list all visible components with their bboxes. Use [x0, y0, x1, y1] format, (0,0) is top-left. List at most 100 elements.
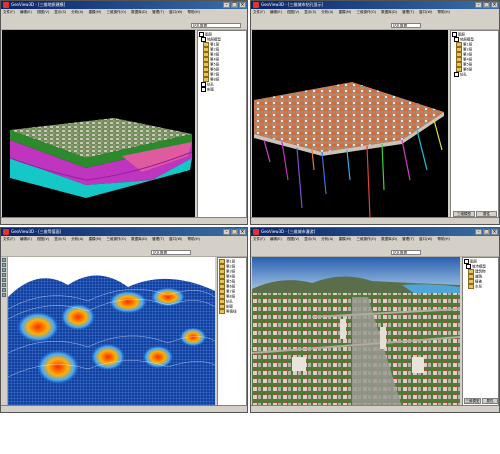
status-bar — [1, 405, 247, 412]
maximize-button[interactable]: □ — [483, 2, 490, 8]
view-select[interactable]: 钻孔数据 — [151, 250, 191, 255]
menu-view[interactable]: 视图(V) — [287, 237, 299, 241]
menu-analysis[interactable]: 分析(A) — [321, 237, 333, 241]
minimize-button[interactable]: - — [223, 229, 230, 235]
layer-tree: 图层 地层模型 第1层 第2层 第3层 第4层 第5层 第6层 钻孔 — [452, 32, 497, 77]
menu-manage[interactable]: 管理(T) — [152, 10, 164, 14]
close-button[interactable]: × — [491, 229, 498, 235]
toolbar-view: 钻孔数据 — [1, 249, 247, 257]
view-select[interactable]: 钻孔数据 — [391, 250, 421, 255]
view-select[interactable]: 钻孔数据 — [191, 23, 241, 28]
menu-view[interactable]: 视图(V) — [287, 10, 299, 14]
menu-window[interactable]: 窗口(W) — [169, 10, 182, 14]
layer-panel: 图层 城市模型 建筑物 道路 植被 水系 三维模型 属性 — [462, 257, 499, 407]
maximize-button[interactable]: □ — [483, 229, 490, 235]
window-title: GeoView3D - [三维地质建模] — [11, 2, 66, 7]
maximize-button[interactable]: □ — [231, 2, 238, 8]
menu-manage[interactable]: 管理(T) — [152, 237, 164, 241]
city-flythrough-render — [252, 257, 460, 407]
menu-window[interactable]: 窗口(W) — [169, 237, 182, 241]
tree-item[interactable]: 水系 — [464, 284, 497, 289]
menu-analysis[interactable]: 分析(A) — [321, 10, 333, 14]
menu-manage[interactable]: 管理(T) — [402, 237, 414, 241]
menu-display[interactable]: 显示(S) — [304, 237, 316, 241]
viewport-3d[interactable] — [8, 257, 215, 407]
menu-display[interactable]: 显示(S) — [54, 237, 66, 241]
menu-edit[interactable]: 编辑(E) — [270, 10, 282, 14]
checkbox[interactable] — [201, 87, 206, 92]
menu-modeling[interactable]: 建模(M) — [89, 237, 102, 241]
toolbar-view: 钻孔数据 — [251, 249, 499, 257]
menu-display[interactable]: 显示(S) — [54, 10, 66, 14]
menu-window[interactable]: 窗口(W) — [419, 237, 432, 241]
tree-item[interactable]: 等值线 — [219, 309, 245, 314]
menu-help[interactable]: 帮助(H) — [187, 237, 199, 241]
close-button[interactable]: × — [491, 2, 498, 8]
tool-icon[interactable] — [2, 283, 6, 287]
app-icon — [3, 2, 9, 8]
viewport-3d[interactable] — [252, 30, 448, 220]
menu-file[interactable]: 文件(F) — [3, 10, 15, 14]
tool-icon[interactable] — [2, 278, 6, 282]
maximize-button[interactable]: □ — [231, 229, 238, 235]
menu-modeling[interactable]: 建模(M) — [339, 237, 352, 241]
menu-edit[interactable]: 编辑(E) — [270, 237, 282, 241]
menu-file[interactable]: 文件(F) — [253, 10, 265, 14]
tool-icon[interactable] — [2, 263, 6, 267]
tree-item[interactable]: 剖面 — [199, 87, 245, 92]
property-tab-button[interactable]: 属性 — [482, 398, 498, 404]
checkbox[interactable] — [454, 72, 459, 77]
city-borehole-model — [254, 82, 444, 219]
menu-window[interactable]: 窗口(W) — [419, 10, 432, 14]
viewport-3d[interactable] — [2, 30, 195, 220]
menu-file[interactable]: 文件(F) — [3, 237, 15, 241]
isosurface-render — [8, 275, 215, 407]
menu-database[interactable]: 数据库(D) — [131, 10, 147, 14]
menu-help[interactable]: 帮助(H) — [437, 237, 449, 241]
tool-icon[interactable] — [2, 258, 6, 262]
tool-icon[interactable] — [2, 288, 6, 292]
menu-database[interactable]: 数据库(D) — [381, 237, 397, 241]
close-button[interactable]: × — [239, 229, 246, 235]
menu-edit[interactable]: 编辑(E) — [20, 10, 32, 14]
status-bar — [251, 405, 499, 412]
menu-database[interactable]: 数据库(D) — [381, 10, 397, 14]
menu-modeling[interactable]: 建模(M) — [339, 10, 352, 14]
model-tab-button[interactable]: 三维模型 — [464, 398, 481, 404]
tool-icon[interactable] — [2, 293, 6, 297]
menu-3d-operations[interactable]: 三维操作(O) — [106, 237, 126, 241]
layer-tree: 图层 地层模型 第1层 第2层 第3层 第4层 第5层 第6层 第7层 第8层 … — [199, 32, 245, 92]
menu-analysis[interactable]: 分析(A) — [71, 237, 83, 241]
menu-view[interactable]: 视图(V) — [37, 237, 49, 241]
view-select[interactable]: 钻孔数据 — [391, 23, 421, 28]
menu-display[interactable]: 显示(S) — [304, 10, 316, 14]
tool-icon[interactable] — [2, 273, 6, 277]
folder-icon — [468, 284, 474, 289]
menu-manage[interactable]: 管理(T) — [402, 10, 414, 14]
layer-tree: 第1层 第2层 第3层 第4层 第5层 第6层 第7层 第8层 钻孔 剖面 等值… — [219, 259, 245, 314]
menu-help[interactable]: 帮助(H) — [187, 10, 199, 14]
menu-3d-operations[interactable]: 三维操作(O) — [106, 10, 126, 14]
minimize-button[interactable]: - — [223, 2, 230, 8]
close-button[interactable]: × — [239, 2, 246, 8]
menu-view[interactable]: 视图(V) — [37, 10, 49, 14]
menu-3d-operations[interactable]: 三维操作(O) — [356, 10, 376, 14]
menu-analysis[interactable]: 分析(A) — [71, 10, 83, 14]
menu-3d-operations[interactable]: 三维操作(O) — [356, 237, 376, 241]
minimize-button[interactable]: - — [475, 229, 482, 235]
menu-modeling[interactable]: 建模(M) — [89, 10, 102, 14]
menu-edit[interactable]: 编辑(E) — [20, 237, 32, 241]
menu-database[interactable]: 数据库(D) — [131, 237, 147, 241]
viewport-3d[interactable] — [252, 257, 460, 407]
menu-file[interactable]: 文件(F) — [253, 237, 265, 241]
tree-item[interactable]: 钻孔 — [452, 72, 497, 77]
minimize-button[interactable]: - — [475, 2, 482, 8]
menu-help[interactable]: 帮助(H) — [437, 10, 449, 14]
window-title: GeoView3D - [三维等值面] — [11, 229, 62, 234]
toolbar-view: 钻孔数据 — [1, 22, 247, 30]
app-icon — [253, 2, 259, 8]
layer-panel: 第1层 第2层 第3层 第4层 第5层 第6层 第7层 第8层 钻孔 剖面 等值… — [217, 257, 247, 407]
geology-block-model — [9, 118, 193, 198]
layer-tree: 图层 城市模型 建筑物 道路 植被 水系 — [464, 259, 497, 289]
tool-icon[interactable] — [2, 268, 6, 272]
